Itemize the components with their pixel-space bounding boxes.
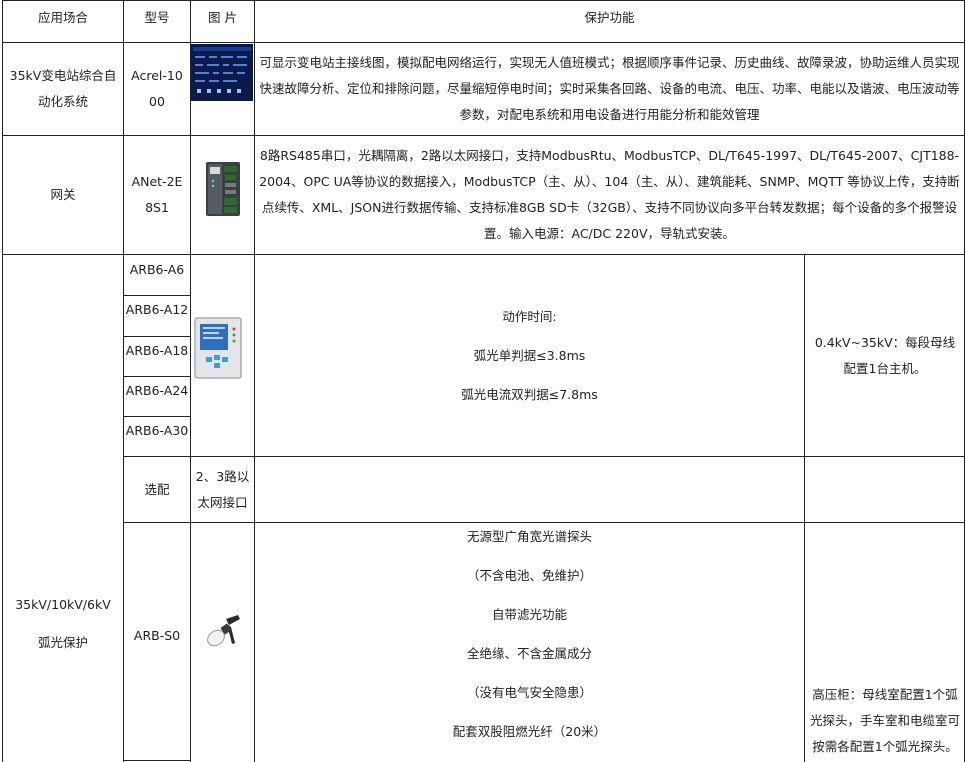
scada-model: Acrel-1000 <box>131 68 183 109</box>
arc-model-5: ARB6-A30 <box>125 423 189 438</box>
arc-host-function-1: 动作时间: <box>502 308 557 324</box>
arc-host-function-2: 弧光单判据≤3.8ms <box>473 347 586 363</box>
arc-probe-function-1: 无源型广角宽光谱探头 <box>466 529 592 544</box>
arc-scene-line-1: 35kV/10kV/6kV <box>15 596 111 612</box>
arc-probe-function-3: 自带滤光功能 <box>491 607 567 622</box>
arc-protection-host-icon <box>194 317 242 379</box>
arc-probe-function-4: 全绝缘、不含金属成分 <box>466 646 592 661</box>
scada-screen-icon <box>191 44 253 101</box>
arc-model-1: ARB6-A6 <box>129 262 185 277</box>
arc-model-4: ARB6-A24 <box>125 383 189 398</box>
arc-scene: 35kV/10kV/6kV 弧光保护 <box>3 255 123 762</box>
gateway-scene: 网关 <box>50 187 76 202</box>
header-scene: 应用场合 <box>37 10 88 25</box>
arc-probe-note: 高压柜：母线室配置1个弧光探头，手车室和电缆室可按需各配置1个弧光探头。 <box>809 687 960 754</box>
gateway-function: 8路RS485串口，光耦隔离，2路以太网接口，支持ModbusRtu、Modbu… <box>259 148 960 241</box>
scada-scene: 35kV变电站综合自动化系统 <box>9 68 117 109</box>
scada-function: 可显示变电站主接线图，模拟配电网络运行，实现无人值班模式；根据顺序事件记录、历史… <box>259 55 960 122</box>
arc-scene-line-2: 弧光保护 <box>37 634 88 650</box>
arc-probe-model: ARB-S0 <box>133 627 181 643</box>
header-function: 保护功能 <box>584 10 635 25</box>
arc-probe-icon <box>202 611 242 651</box>
arc-option-text: 2、3路以太网接口 <box>195 468 250 510</box>
arc-model-2: ARB6-A12 <box>125 302 189 317</box>
gateway-device-icon <box>204 161 242 217</box>
arc-host-function-3: 弧光电流双判据≤7.8ms <box>461 386 598 402</box>
header-model: 型号 <box>144 10 170 25</box>
gateway-model: ANet-2E8S1 <box>131 174 183 215</box>
arc-option-label: 选配 <box>144 481 170 497</box>
arc-host-function: 动作时间: 弧光单判据≤3.8ms 弧光电流双判据≤7.8ms <box>255 255 804 456</box>
arc-model-3: ARB6-A18 <box>125 343 189 358</box>
arc-probe-function-5: （没有电气安全隐患） <box>466 685 592 700</box>
header-image: 图 片 <box>208 10 237 25</box>
arc-probe-function-2: （不含电池、免维护） <box>466 568 592 583</box>
arc-probe-function-6: 配套双股阻燃光纤（20米） <box>452 724 607 739</box>
arc-probe-function: 无源型广角宽光谱探头 （不含电池、免维护） 自带滤光功能 全绝缘、不含金属成分 … <box>255 523 804 762</box>
arc-host-note: 0.4kV~35kV：每段母线配置1台主机。 <box>814 334 956 376</box>
